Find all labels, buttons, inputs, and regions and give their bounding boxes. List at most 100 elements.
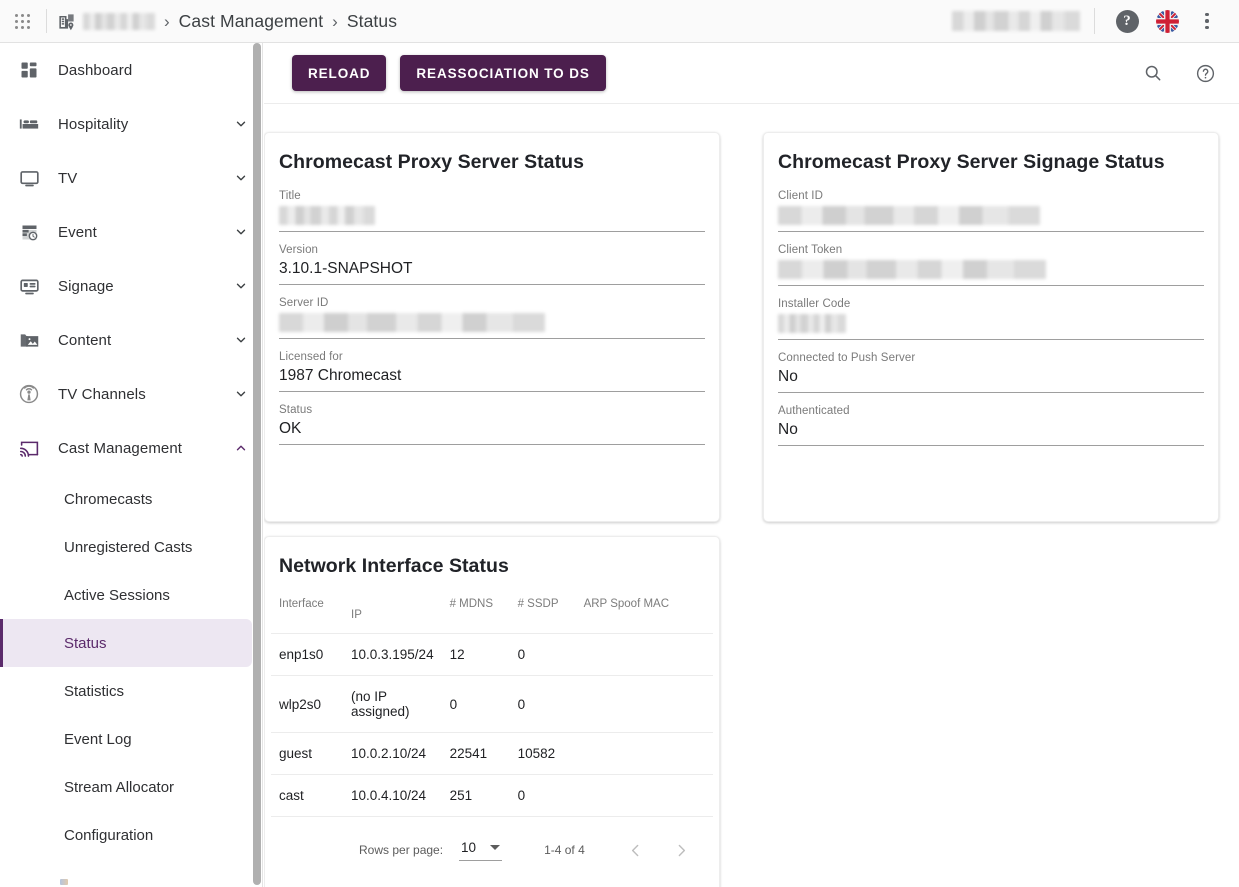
sidebar-item-tv-channels[interactable]: TV Channels [0,367,262,421]
search-icon[interactable] [1133,53,1173,93]
table-header-row: Interface IP # MDNS # SSDP ARP Spoof MAC [271,588,713,634]
field-label: Connected to Push Server [778,352,916,364]
chevron-down-icon[interactable] [234,333,248,347]
field-value[interactable]: 1987 Chromecast [279,367,705,392]
sidebar-item-configuration[interactable]: Configuration [0,811,252,859]
cell-ssdp: 0 [509,774,576,817]
sidebar-partial-item [60,879,68,885]
reload-button[interactable]: RELOAD [292,55,387,91]
redacted-value [279,206,375,225]
top-bar-actions: ? [952,1,1239,41]
help-filled-icon[interactable]: ? [1107,1,1147,41]
chevron-up-icon[interactable] [234,441,248,455]
breadcrumb-separator: › [332,11,338,31]
sidebar-item-signage[interactable]: Signage [0,259,262,313]
cell-arp [575,633,713,676]
sidebar-item-status[interactable]: Status [0,619,252,667]
cell-arp [575,732,713,775]
field-value[interactable] [279,313,705,339]
field-value[interactable] [279,206,705,232]
cell-interface: enp1s0 [271,633,343,676]
help-outline-icon[interactable] [1185,53,1225,93]
sidebar-item-label: Signage [58,277,114,295]
sidebar-item-label: Event [58,223,97,241]
card-title: Chromecast Proxy Server Status [279,151,584,173]
main-content: RELOAD REASSOCIATION TO DS Chromecast Pr… [264,43,1239,887]
card-proxy-server-status: Chromecast Proxy Server Status Title Ver… [264,132,720,522]
column-header-interface[interactable]: Interface [271,588,343,634]
sidebar-item-active-sessions[interactable]: Active Sessions [0,571,252,619]
sidebar-item-stream-allocator[interactable]: Stream Allocator [0,763,252,811]
field-status: Status OK [265,404,719,445]
column-header-arp-spoof-mac[interactable]: ARP Spoof MAC [575,588,713,634]
table-row[interactable]: enp1s0 10.0.3.195/24 12 0 [271,633,713,676]
cell-ip: 10.0.3.195/24 [343,633,442,676]
sidebar-scrollbar[interactable] [253,43,261,885]
top-bar: › Cast Management › Status ? [0,0,1239,43]
breadcrumb-item-status[interactable]: Status [347,11,397,32]
sidebar-item-chromecasts[interactable]: Chromecasts [0,475,252,523]
field-label: Licensed for [279,351,343,363]
sidebar-item-event-log[interactable]: Event Log [0,715,252,763]
sidebar-subitem-label: Status [64,634,107,652]
previous-page-button[interactable] [619,833,653,867]
column-header-mdns[interactable]: # MDNS [441,588,510,634]
column-header-ssdp[interactable]: # SSDP [509,588,576,634]
sidebar-item-content[interactable]: Content [0,313,262,367]
field-label: Installer Code [778,298,851,310]
sidebar-item-dashboard[interactable]: Dashboard [0,43,262,97]
redacted-value [778,206,1040,225]
breadcrumb-item-cast-management[interactable]: Cast Management [179,11,324,32]
apps-grid-icon[interactable] [0,0,44,43]
field-value[interactable]: OK [279,420,705,445]
sidebar-item-unregistered-casts[interactable]: Unregistered Casts [0,523,252,571]
field-value[interactable] [778,314,1204,340]
cell-ssdp: 0 [509,633,576,676]
chevron-down-icon[interactable] [234,171,248,185]
field-server-id: Server ID [265,297,719,339]
field-value[interactable]: No [778,421,1204,446]
chevron-down-icon[interactable] [234,225,248,239]
chevron-down-icon[interactable] [234,387,248,401]
chevron-down-icon[interactable] [234,117,248,131]
sidebar-item-statistics[interactable]: Statistics [0,667,252,715]
sidebar-item-cast-management[interactable]: Cast Management [0,421,262,475]
field-label: Status [279,404,313,416]
more-vertical-icon[interactable] [1187,1,1227,41]
reassociation-to-ds-button[interactable]: REASSOCIATION TO DS [400,55,606,91]
uk-flag-icon[interactable] [1147,1,1187,41]
chevron-down-icon [490,844,501,850]
bed-icon [16,111,42,137]
column-header-ip[interactable]: IP [343,588,442,634]
breadcrumb: › Cast Management › Status [55,0,397,43]
sidebar-subitem-label: Configuration [64,826,154,844]
sidebar-subitem-label: Unregistered Casts [64,538,193,556]
sidebar-subitem-label: Stream Allocator [64,778,175,796]
card-network-interface-status: Network Interface Status Interface IP # … [264,536,720,887]
cell-ip: (no IP assigned) [343,675,442,733]
sidebar-item-tv[interactable]: TV [0,151,262,205]
rows-per-page-select[interactable]: 10 [459,840,503,861]
field-value[interactable]: No [778,368,1204,393]
field-label: Client ID [778,190,823,202]
cell-interface: cast [271,774,343,817]
field-value[interactable]: 3.10.1-SNAPSHOT [279,260,705,285]
table-row[interactable]: guest 10.0.2.10/24 22541 10582 [271,732,713,775]
field-installer-code: Installer Code [764,298,1218,340]
cell-interface: wlp2s0 [271,675,343,733]
card-title: Chromecast Proxy Server Signage Status [778,151,1165,173]
table-row[interactable]: cast 10.0.4.10/24 251 0 [271,774,713,817]
sidebar-item-hospitality[interactable]: Hospitality [0,97,262,151]
table-paginator: Rows per page: 10 1-4 of 4 [271,817,713,885]
next-page-button[interactable] [665,833,699,867]
sidebar-item-event[interactable]: Event [0,205,262,259]
field-value[interactable] [778,206,1204,232]
table-row[interactable]: wlp2s0 (no IP assigned) 0 0 [271,675,713,733]
monitor-icon [16,165,42,191]
chevron-down-icon[interactable] [234,279,248,293]
field-value[interactable] [778,260,1204,286]
cell-ip: 10.0.2.10/24 [343,732,442,775]
sidebar-subitem-label: Event Log [64,730,132,748]
field-client-token: Client Token [764,244,1218,286]
app-root: › Cast Management › Status ? Dashboard H… [0,0,1239,887]
